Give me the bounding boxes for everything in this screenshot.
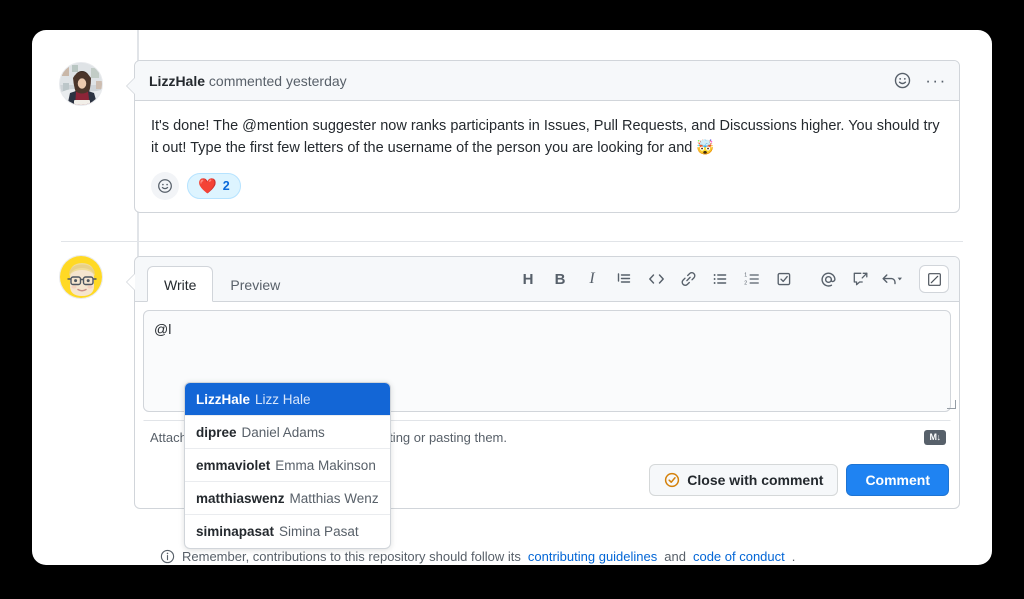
comment-meta: commented yesterday <box>208 72 347 89</box>
suggestion-login: siminapasat <box>196 524 275 539</box>
bold-label: B <box>554 270 566 288</box>
comment-arrow <box>127 78 135 94</box>
composer-arrow <box>127 274 135 290</box>
contribution-note-middle: and <box>664 549 686 564</box>
contribution-note: Remember, contributions to this reposito… <box>160 549 795 564</box>
avatar-current-user[interactable] <box>59 255 103 299</box>
comment-menu-icon[interactable]: ··· <box>925 70 947 92</box>
composer-tabbar: Write Preview H B I 1 2 <box>135 257 959 302</box>
avatar-photo <box>60 63 102 105</box>
comment-author[interactable]: LizzHale <box>149 73 205 89</box>
comment-card: LizzHale commented yesterday ··· It's do… <box>126 60 960 213</box>
tab-preview[interactable]: Preview <box>213 266 297 302</box>
suggestion-fullname: Matthias Wenz <box>289 490 379 506</box>
info-icon <box>160 549 175 564</box>
heading-icon[interactable]: H <box>513 265 543 293</box>
suggestion-fullname: Simina Pasat <box>279 524 359 539</box>
timeline-divider <box>61 241 963 242</box>
suggestion-login: matthiaswenz <box>196 490 285 506</box>
comment-button-label: Comment <box>865 472 930 488</box>
comment-button[interactable]: Comment <box>846 464 949 496</box>
italic-label: I <box>589 270 595 287</box>
svg-text:2: 2 <box>744 281 747 287</box>
contribution-note-text: Remember, contributions to this reposito… <box>182 549 521 564</box>
mention-icon[interactable] <box>813 265 843 293</box>
code-of-conduct-link[interactable]: code of conduct <box>693 549 785 564</box>
suggestion-login: emmaviolet <box>196 457 271 473</box>
close-with-comment-button[interactable]: Close with comment <box>649 464 839 496</box>
reaction-count: 2 <box>222 178 230 193</box>
tab-write[interactable]: Write <box>147 266 214 302</box>
reaction-heart[interactable]: ❤️ 2 <box>187 172 241 199</box>
suggestion-item-lizzhale[interactable]: LizzHale Lizz Hale <box>185 383 390 416</box>
markdown-toolbar: H B I 1 2 <box>513 257 949 301</box>
mention-suggestion-list: LizzHale Lizz Hale dipree Daniel Adams e… <box>184 382 391 549</box>
comment-body: It's done! The @mention suggester now ra… <box>151 118 940 157</box>
heading-label: H <box>522 270 534 288</box>
reaction-emoji: ❤️ <box>198 177 217 195</box>
avatar-cartoon <box>60 256 102 298</box>
suggestion-login: dipree <box>196 424 237 440</box>
reaction-bar: ❤️ 2 <box>135 164 959 212</box>
italic-icon[interactable]: I <box>577 265 607 293</box>
avatar-commenter[interactable] <box>59 62 103 106</box>
suggestion-fullname: Lizz Hale <box>255 391 311 407</box>
textarea-resize-handle[interactable] <box>947 400 956 409</box>
close-with-comment-label: Close with comment <box>687 472 824 488</box>
contributing-guidelines-link[interactable]: contributing guidelines <box>528 549 657 564</box>
fullscreen-icon[interactable] <box>919 265 949 293</box>
markdown-icon[interactable]: M↓ <box>924 429 946 445</box>
comment-header: LizzHale commented yesterday ··· <box>135 61 959 101</box>
bold-icon[interactable]: B <box>545 265 575 293</box>
quote-icon[interactable] <box>609 265 639 293</box>
suggestion-item-dipree[interactable]: dipree Daniel Adams <box>185 416 390 449</box>
suggestion-fullname: Emma Makinson <box>275 457 376 473</box>
contribution-note-period: . <box>791 549 796 564</box>
reply-icon[interactable] <box>877 265 907 293</box>
add-reaction-button[interactable] <box>151 171 179 200</box>
suggestion-item-siminapasat[interactable]: siminapasat Simina Pasat <box>185 515 390 548</box>
task-list-icon[interactable] <box>769 265 799 293</box>
comment-header-actions: ··· <box>891 70 947 92</box>
suggestion-fullname: Daniel Adams <box>241 424 325 440</box>
comment-byline: LizzHale commented yesterday <box>149 73 347 89</box>
saved-reply-icon[interactable] <box>845 265 875 293</box>
page-card: LizzHale commented yesterday ··· It's do… <box>32 30 992 565</box>
composer-tabs: Write Preview <box>143 257 297 302</box>
suggestion-item-matthiaswenz[interactable]: matthiaswenz Matthias Wenz <box>185 482 390 515</box>
link-icon[interactable] <box>673 265 703 293</box>
code-icon[interactable] <box>641 265 671 293</box>
close-issue-icon <box>665 472 680 488</box>
suggestion-item-emmaviolet[interactable]: emmaviolet Emma Makinson <box>185 449 390 482</box>
unordered-list-icon[interactable] <box>705 265 735 293</box>
ordered-list-icon[interactable]: 1 2 <box>737 265 767 293</box>
svg-text:1: 1 <box>744 272 747 278</box>
suggestion-login: LizzHale <box>196 391 251 407</box>
emoji-reaction-icon[interactable] <box>891 70 913 92</box>
